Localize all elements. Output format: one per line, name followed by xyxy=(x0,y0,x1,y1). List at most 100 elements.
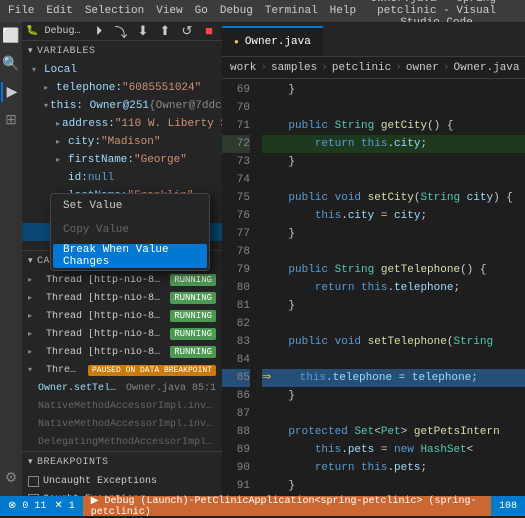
breadcrumb-samples[interactable]: samples xyxy=(271,62,317,74)
step-out-btn[interactable]: ⬆ xyxy=(156,22,174,40)
activity-explorer[interactable]: ⬜ xyxy=(1,26,21,46)
ln-73: 73 xyxy=(222,153,250,171)
local-label: Local xyxy=(44,64,77,76)
ln-76: 76 xyxy=(222,207,250,225)
var-telephone[interactable]: ▸ telephone: "6085551024" xyxy=(22,79,222,97)
ln-71: 71 xyxy=(222,117,250,135)
stack-thread-7[interactable]: ▸ Thread [http-nio-8080-exec-7] RUNNING xyxy=(22,325,222,343)
code-78 xyxy=(262,243,525,261)
step-over-btn[interactable]: ⤵ xyxy=(112,22,130,40)
code-86: } xyxy=(262,387,525,405)
code-92 xyxy=(262,495,525,496)
stop-btn[interactable]: ■ xyxy=(200,22,218,40)
thread-10-badge: RUNNING xyxy=(170,274,216,286)
thread-8-arrow: ▸ xyxy=(28,311,38,321)
stack-frame-settelephone[interactable]: Owner.setTelephone(String) Owner.java 85… xyxy=(22,379,222,397)
code-84 xyxy=(262,351,525,369)
var-id[interactable]: ▸ id: null xyxy=(22,169,222,187)
menu-bar[interactable]: File Edit Selection View Go Debug Termin… xyxy=(8,5,356,17)
ln-89: 89 xyxy=(222,441,250,459)
breakpoints-header[interactable]: ▾ BREAKPOINTS xyxy=(22,452,222,472)
stack-frame-native1[interactable]: NativeMethodAccessorImpl.invoke0(Method,… xyxy=(22,397,222,415)
menu-terminal[interactable]: Terminal xyxy=(265,5,318,17)
context-menu: Set Value Copy Value Break When Value Ch… xyxy=(50,193,210,271)
stack-thread-8[interactable]: ▸ Thread [http-nio-8080-exec-8] RUNNING xyxy=(22,307,222,325)
status-debug-bar[interactable]: ▶ Debug (Launch)-PetClinicApplication<sp… xyxy=(83,496,491,516)
stack-thread-9[interactable]: ▸ Thread [http-nio-8080-exec-9] RUNNING xyxy=(22,289,222,307)
code-area: } public String getCity() { return this.… xyxy=(258,79,525,496)
activity-git[interactable]: ⚙ xyxy=(1,468,21,488)
ln-77: 77 xyxy=(222,225,250,243)
thread-9-badge: RUNNING xyxy=(170,292,216,304)
bp-uncaught[interactable]: Uncaught Exceptions xyxy=(22,472,222,490)
status-errors[interactable]: ⊗ 0 11 xyxy=(8,500,46,512)
main-editor-area: ● Owner.java work › samples › petclinic … xyxy=(222,22,525,496)
ln-81: 81 xyxy=(222,297,250,315)
menu-debug[interactable]: Debug xyxy=(220,5,253,17)
tab-dot: ● xyxy=(234,38,239,47)
frame-settelephone-file: Owner.java 85:1 xyxy=(126,383,216,394)
menu-go[interactable]: Go xyxy=(195,5,208,17)
ctx-set-value[interactable]: Set Value xyxy=(51,194,209,218)
ln-72: 72 xyxy=(222,135,250,153)
ln-75: 75 xyxy=(222,189,250,207)
var-this-key: this: Owner@251 xyxy=(50,100,149,112)
breadcrumb-file[interactable]: Owner.java xyxy=(454,62,520,74)
code-70 xyxy=(262,99,525,117)
var-telephone-arrow: ▸ xyxy=(44,83,54,93)
tab-owner-java[interactable]: ● Owner.java xyxy=(222,26,323,56)
frame-native1-name: NativeMethodAccessorImpl.invoke0(Method,… xyxy=(38,401,216,412)
breadcrumb-owner-dir[interactable]: owner xyxy=(406,62,439,74)
menu-help[interactable]: Help xyxy=(330,5,356,17)
menu-edit[interactable]: Edit xyxy=(46,5,72,17)
debug-toolbar: 🐛 Debug (Launch)-PetClinicA ∨ ⏵ ⤵ ⬇ ⬆ ↺ … xyxy=(22,22,222,41)
stack-thread-6[interactable]: ▸ Thread [http-nio-8080-exec-6] RUNNING xyxy=(22,343,222,361)
var-id-val: null xyxy=(88,172,114,184)
ln-85: 85 xyxy=(222,369,250,387)
code-76: this.city = city; xyxy=(262,207,525,225)
code-89: this.pets = new HashSet< xyxy=(262,441,525,459)
breadcrumb-sep1: › xyxy=(260,62,267,74)
callstack-content: ▸ Thread [http-nio-8080-exec-10] RUNNING… xyxy=(22,271,222,451)
ln-86: 86 xyxy=(222,387,250,405)
var-firstname[interactable]: ▸ firstName: "George" xyxy=(22,151,222,169)
stack-frame-delegating[interactable]: DelegatingMethodAccessorImpl.invoke(Meth… xyxy=(22,433,222,451)
ln-91: 91 xyxy=(222,477,250,495)
restart-btn[interactable]: ↺ xyxy=(178,22,196,40)
stack-frame-native2[interactable]: NativeMethodAccessorImpl.invoke(Object,O… xyxy=(22,415,222,433)
status-warnings[interactable]: ✕ 1 xyxy=(54,500,74,512)
continue-btn[interactable]: ⏵ xyxy=(90,22,108,40)
breadcrumb-work[interactable]: work xyxy=(230,62,256,74)
activity-search[interactable]: 🔍 xyxy=(1,54,21,74)
var-this[interactable]: ▾ this: Owner@251 {Owner@7ddce0cd id = [… xyxy=(22,97,222,115)
thread-9-name: Thread [http-nio-8080-exec-9] xyxy=(46,293,164,304)
local-group[interactable]: ▾ Local xyxy=(22,61,222,79)
variables-header[interactable]: ▾ VARIABLES xyxy=(22,41,222,61)
bp-uncaught-checkbox[interactable] xyxy=(28,476,39,487)
menu-view[interactable]: View xyxy=(156,5,182,17)
thread-9-arrow: ▸ xyxy=(28,293,38,303)
var-address[interactable]: ▸ address: "110 W. Liberty St." xyxy=(22,115,222,133)
activity-run[interactable]: ▶ xyxy=(1,82,21,102)
activity-extensions[interactable]: ⊞ xyxy=(1,110,21,130)
breadcrumb-petclinic[interactable]: petclinic xyxy=(332,62,391,74)
stack-thread-5[interactable]: ▾ Thread [http-nio-8080-exec-5] PAUSED O… xyxy=(22,361,222,379)
menu-selection[interactable]: Selection xyxy=(85,5,144,17)
stack-thread-10[interactable]: ▸ Thread [http-nio-8080-exec-10] RUNNING xyxy=(22,271,222,289)
var-city-val: "Madison" xyxy=(101,136,160,148)
bp-caught-checkbox[interactable] xyxy=(28,494,39,497)
bp-uncaught-label: Uncaught Exceptions xyxy=(43,476,216,487)
variables-arrow: ▾ xyxy=(28,46,33,56)
thread-5-badge: PAUSED ON DATA BREAKPOINT xyxy=(88,365,216,376)
sidebar: 🐛 Debug (Launch)-PetClinicA ∨ ⏵ ⤵ ⬇ ⬆ ↺ … xyxy=(22,22,222,496)
var-telephone-key: telephone: xyxy=(56,82,122,94)
status-line[interactable]: 108 xyxy=(499,501,517,512)
breakpoints-section: ▾ BREAKPOINTS Uncaught Exceptions Caught… xyxy=(22,452,222,496)
code-90: return this.pets; xyxy=(262,459,525,477)
menu-file[interactable]: File xyxy=(8,5,34,17)
var-city[interactable]: ▸ city: "Madison" xyxy=(22,133,222,151)
step-into-btn[interactable]: ⬇ xyxy=(134,22,152,40)
callstack-section: ▾ CALL STACK ▸ Thread [http-nio-8080-exe… xyxy=(22,251,222,452)
ctx-break-when-changes[interactable]: Break When Value Changes xyxy=(53,244,207,268)
thread-5-name: Thread [http-nio-8080-exec-5] xyxy=(46,365,82,376)
